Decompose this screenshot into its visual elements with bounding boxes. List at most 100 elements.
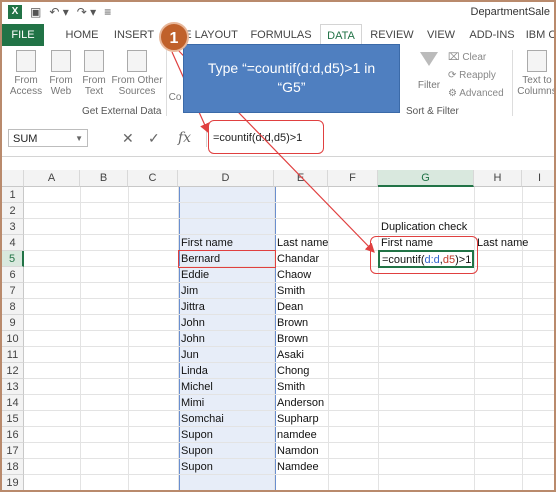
column-header-h[interactable]: H bbox=[474, 170, 522, 187]
cell-d6[interactable]: Eddie bbox=[178, 267, 209, 283]
row-header[interactable]: 7 bbox=[2, 283, 24, 299]
row-header[interactable]: 13 bbox=[2, 379, 24, 395]
cell-e7[interactable]: Smith bbox=[274, 283, 305, 299]
save-icon[interactable]: ▣ bbox=[30, 5, 41, 19]
cell-e8[interactable]: Dean bbox=[274, 299, 303, 315]
tab-review[interactable]: REVIEW bbox=[368, 24, 416, 46]
enter-icon[interactable]: ✓ bbox=[148, 129, 160, 147]
row-header[interactable]: 3 bbox=[2, 219, 24, 235]
select-all-corner[interactable] bbox=[2, 170, 24, 187]
tab-home[interactable]: HOME bbox=[58, 24, 106, 46]
chevron-down-icon[interactable]: ▼ bbox=[75, 130, 83, 148]
cell-h4[interactable]: Last name bbox=[474, 235, 528, 251]
cell-e11[interactable]: Asaki bbox=[274, 347, 304, 363]
tab-insert[interactable]: INSERT bbox=[112, 24, 156, 46]
grid-line bbox=[24, 202, 554, 203]
cell-d16[interactable]: Supon bbox=[178, 427, 213, 443]
undo-icon[interactable]: ↶ ▾ bbox=[49, 5, 68, 19]
step-badge: 1 bbox=[159, 22, 189, 52]
clear-icon: ⌧ bbox=[448, 52, 463, 63]
cell-e4[interactable]: Last name bbox=[274, 235, 328, 251]
row-header[interactable]: 2 bbox=[2, 203, 24, 219]
tab-data[interactable]: DATA bbox=[320, 24, 362, 46]
column-header-f[interactable]: F bbox=[328, 170, 378, 187]
cell-d9[interactable]: John bbox=[178, 315, 205, 331]
cell-e12[interactable]: Chong bbox=[274, 363, 309, 379]
cell-e10[interactable]: Brown bbox=[274, 331, 308, 347]
from-other-sources-button[interactable]: From Other Sources bbox=[110, 50, 164, 97]
column-header-a[interactable]: A bbox=[24, 170, 80, 187]
tab-add-ins[interactable]: ADD-INS bbox=[466, 24, 518, 46]
from-access-button[interactable]: From Access bbox=[8, 50, 44, 97]
cell-e13[interactable]: Smith bbox=[274, 379, 305, 395]
filter-button[interactable]: Filter bbox=[412, 80, 446, 91]
cell-d10[interactable]: John bbox=[178, 331, 205, 347]
column-header-g[interactable]: G bbox=[378, 170, 474, 187]
row-header[interactable]: 4 bbox=[2, 235, 24, 251]
advanced-filter-icon: ⚙ bbox=[448, 88, 460, 99]
redo-icon[interactable]: ↷ ▾ bbox=[77, 5, 96, 19]
grid-line bbox=[80, 187, 81, 490]
tab-page-layout[interactable]: E LAYOUT bbox=[182, 24, 240, 46]
cell-e9[interactable]: Brown bbox=[274, 315, 308, 331]
row-header[interactable]: 12 bbox=[2, 363, 24, 379]
excel-window: X ▣ ↶ ▾ ↷ ▾ ≡ DepartmentSale FILE HOME I… bbox=[0, 0, 556, 492]
column-header-e[interactable]: E bbox=[274, 170, 328, 187]
row-header[interactable]: 10 bbox=[2, 331, 24, 347]
cell-d11[interactable]: Jun bbox=[178, 347, 199, 363]
cell-e5[interactable]: Chandar bbox=[274, 251, 319, 267]
row-header[interactable]: 18 bbox=[2, 459, 24, 475]
tab-formulas[interactable]: FORMULAS bbox=[248, 24, 314, 46]
row-header[interactable]: 16 bbox=[2, 427, 24, 443]
row-header[interactable]: 15 bbox=[2, 411, 24, 427]
grid-line bbox=[128, 187, 129, 490]
reapply-button[interactable]: ⟳ Reapply bbox=[448, 70, 496, 81]
row-header[interactable]: 1 bbox=[2, 187, 24, 203]
from-web-button[interactable]: From Web bbox=[46, 50, 76, 97]
column-header-c[interactable]: C bbox=[128, 170, 178, 187]
cell-e17[interactable]: Namdon bbox=[274, 443, 319, 459]
cell-d8[interactable]: Jittra bbox=[178, 299, 205, 315]
row-header[interactable]: 11 bbox=[2, 347, 24, 363]
cell-d4[interactable]: First name bbox=[178, 235, 233, 251]
row-header[interactable]: 6 bbox=[2, 267, 24, 283]
column-header-d[interactable]: D bbox=[178, 170, 274, 187]
cell-d15[interactable]: Somchai bbox=[178, 411, 224, 427]
row-header[interactable]: 19 bbox=[2, 475, 24, 490]
row-header[interactable]: 17 bbox=[2, 443, 24, 459]
cancel-icon[interactable]: ✕ bbox=[122, 129, 134, 147]
row-header[interactable]: 14 bbox=[2, 395, 24, 411]
name-box[interactable]: SUM ▼ bbox=[8, 129, 88, 147]
row-header[interactable]: 5 bbox=[2, 251, 24, 267]
advanced-button[interactable]: ⚙ Advanced bbox=[448, 88, 504, 99]
text-file-icon bbox=[84, 50, 104, 72]
ribbon-separator bbox=[166, 50, 167, 116]
tab-file[interactable]: FILE bbox=[2, 24, 44, 46]
cell-d7[interactable]: Jim bbox=[178, 283, 198, 299]
cell-g3[interactable]: Duplication check bbox=[378, 219, 467, 235]
cell-e16[interactable]: namdee bbox=[274, 427, 317, 443]
tab-view[interactable]: VIEW bbox=[422, 24, 460, 46]
window-title: DepartmentSale bbox=[470, 6, 551, 18]
customize-qat-icon[interactable]: ≡ bbox=[104, 5, 111, 19]
group-label-sort-filter: Sort & Filter bbox=[406, 106, 459, 117]
cell-e18[interactable]: Namdee bbox=[274, 459, 319, 475]
quick-access-toolbar: X ▣ ↶ ▾ ↷ ▾ ≡ bbox=[8, 5, 111, 19]
cell-e14[interactable]: Anderson bbox=[274, 395, 324, 411]
row-header[interactable]: 8 bbox=[2, 299, 24, 315]
clear-button[interactable]: ⌧ Clear bbox=[448, 52, 486, 63]
cell-d18[interactable]: Supon bbox=[178, 459, 213, 475]
cell-d12[interactable]: Linda bbox=[178, 363, 208, 379]
column-header-b[interactable]: B bbox=[80, 170, 128, 187]
column-header-i[interactable]: I bbox=[522, 170, 554, 187]
cell-e15[interactable]: Supharp bbox=[274, 411, 319, 427]
text-to-columns-button[interactable]: Text to Columns bbox=[516, 50, 554, 97]
from-text-button[interactable]: From Text bbox=[80, 50, 108, 97]
row-header[interactable]: 9 bbox=[2, 315, 24, 331]
cell-d17[interactable]: Supon bbox=[178, 443, 213, 459]
cell-e6[interactable]: Chaow bbox=[274, 267, 311, 283]
insert-function-icon[interactable]: fx bbox=[178, 129, 191, 147]
cell-d14[interactable]: Mimi bbox=[178, 395, 204, 411]
tab-ibm[interactable]: IBM C bbox=[524, 24, 554, 46]
cell-d13[interactable]: Michel bbox=[178, 379, 213, 395]
